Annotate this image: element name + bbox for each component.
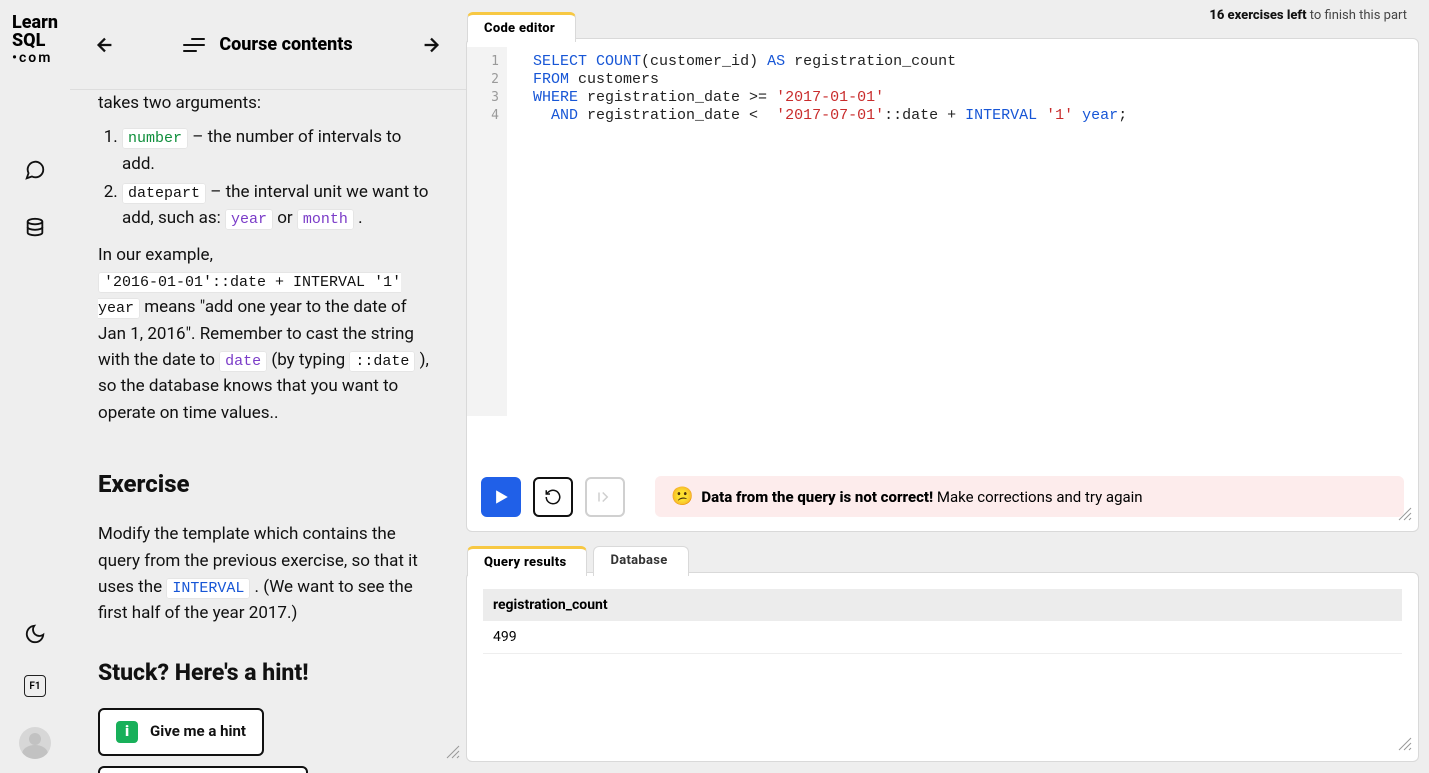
- tab-database[interactable]: Database: [593, 546, 688, 576]
- moon-icon[interactable]: [24, 623, 46, 645]
- contents-menu-icon[interactable]: [183, 38, 205, 52]
- example-paragraph: In our example, '2016-01-01'::date + INT…: [98, 242, 438, 426]
- code-datepart: datepart: [122, 183, 206, 204]
- line-gutter: 1 2 3 4: [467, 47, 507, 416]
- code-editor-panel: Code editor 1 2 3 4 SELECT COUNT(custome…: [466, 38, 1419, 532]
- feedback-rest: Make corrections and try again: [933, 488, 1142, 506]
- argument-item-2: datepart – the interval unit we want to …: [122, 179, 438, 232]
- tab-code-editor[interactable]: Code editor: [467, 12, 576, 42]
- feedback-emoji-icon: 😕: [671, 486, 693, 507]
- code-number: number: [122, 128, 188, 149]
- prev-arrow-icon[interactable]: [94, 34, 116, 56]
- show-answer-button[interactable]: ✓ Show me the answer: [98, 766, 308, 773]
- help-f1-button[interactable]: F1: [24, 675, 46, 697]
- next-arrow-icon[interactable]: [420, 34, 442, 56]
- results-tabs: Query results Database: [467, 546, 689, 576]
- lesson-panel: Course contents takes two arguments: num…: [70, 0, 466, 773]
- logo-line2: SQL: [12, 32, 58, 50]
- results-resize-handle[interactable]: [1398, 736, 1412, 755]
- results-panel: Query results Database registration_coun…: [466, 572, 1419, 762]
- col-header: registration_count: [483, 589, 1402, 621]
- chat-icon[interactable]: [24, 159, 46, 181]
- exercises-left: 16 exercises left to finish this part: [1209, 8, 1407, 23]
- exercise-heading: Exercise: [98, 466, 438, 503]
- exercises-count: 16 exercises left: [1209, 8, 1306, 23]
- give-hint-button[interactable]: i Give me a hint: [98, 708, 264, 755]
- lesson-body: takes two arguments: number – the number…: [70, 90, 466, 773]
- argument-item-1: number – the number of intervals to add.: [122, 124, 438, 177]
- editor-tabs: Code editor: [467, 12, 576, 42]
- table-row: 499: [483, 621, 1402, 654]
- course-contents-title[interactable]: Course contents: [219, 34, 352, 55]
- feedback-bold: Data from the query is not correct!: [701, 488, 933, 506]
- left-rail: Learn SQL •com F1: [0, 0, 70, 773]
- logo-line3: •com: [12, 51, 58, 65]
- lesson-intro: takes two arguments:: [98, 90, 438, 116]
- code-interval: INTERVAL: [166, 578, 250, 599]
- skip-button[interactable]: [585, 477, 625, 517]
- editor-resize-handle[interactable]: [1398, 506, 1412, 525]
- hint-icon: i: [116, 721, 138, 743]
- exercise-body: Modify the template which contains the q…: [98, 521, 438, 626]
- hint-heading: Stuck? Here's a hint!: [98, 655, 438, 691]
- results-table: registration_count 499: [483, 589, 1402, 654]
- cell-value: 499: [483, 621, 1402, 654]
- lesson-resize-handle[interactable]: [446, 741, 460, 767]
- argument-list: number – the number of intervals to add.…: [122, 124, 438, 231]
- tab-query-results[interactable]: Query results: [467, 546, 587, 576]
- give-hint-label: Give me a hint: [150, 720, 246, 743]
- lesson-header: Course contents: [70, 0, 466, 90]
- code-area[interactable]: SELECT COUNT(customer_id) AS registratio…: [507, 47, 1418, 416]
- code-month: month: [297, 209, 354, 230]
- run-bar: 😕 Data from the query is not correct! Ma…: [481, 476, 1404, 517]
- code-cast: ::date: [349, 351, 415, 372]
- code-date: date: [219, 351, 267, 372]
- avatar[interactable]: [19, 727, 51, 759]
- feedback-banner: 😕 Data from the query is not correct! Ma…: [655, 476, 1404, 517]
- reset-button[interactable]: [533, 477, 573, 517]
- code-year: year: [225, 209, 273, 230]
- code-editor[interactable]: 1 2 3 4 SELECT COUNT(customer_id) AS reg…: [467, 39, 1418, 424]
- right-area: 16 exercises left to finish this part Co…: [466, 0, 1429, 773]
- logo[interactable]: Learn SQL •com: [12, 14, 58, 65]
- run-button[interactable]: [481, 477, 521, 517]
- database-icon[interactable]: [24, 217, 46, 239]
